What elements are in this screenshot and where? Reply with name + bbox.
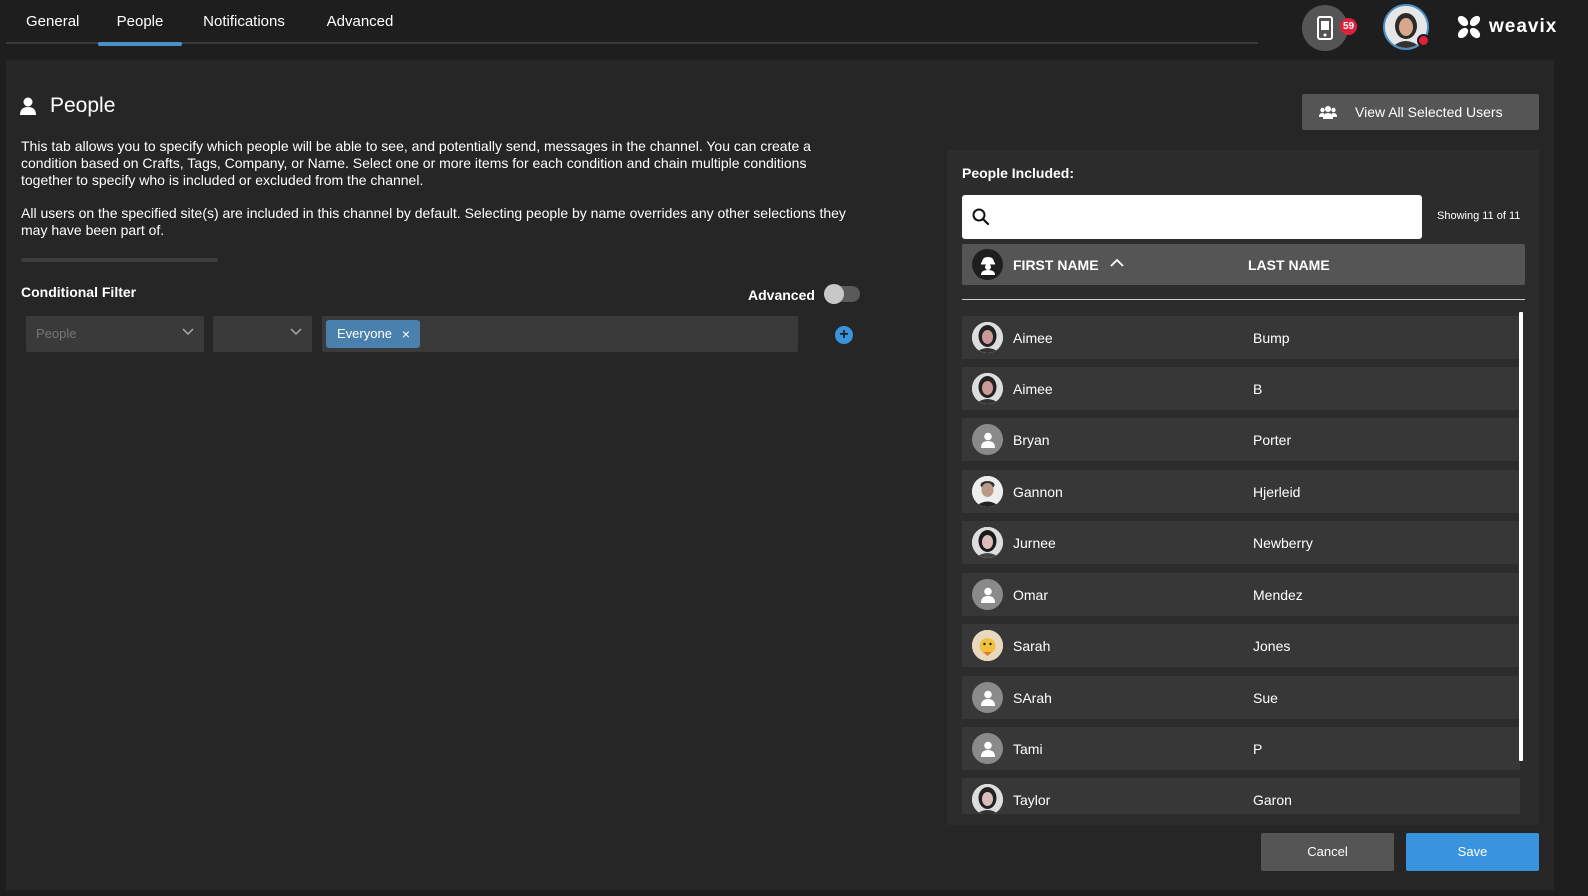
tab-people[interactable]: People xyxy=(98,0,182,46)
last-name: Newberry xyxy=(1253,535,1313,551)
view-all-selected-users-button[interactable]: View All Selected Users xyxy=(1302,94,1539,130)
cancel-button[interactable]: Cancel xyxy=(1261,833,1394,871)
notification-badge: 59 xyxy=(1340,18,1357,35)
logo-text: weavix xyxy=(1489,16,1558,37)
person-placeholder-icon xyxy=(972,579,1003,610)
table-row[interactable]: Gannon Hjerleid xyxy=(962,470,1520,513)
last-name: Garon xyxy=(1253,792,1292,808)
first-name: Aimee xyxy=(1013,330,1053,346)
table-row[interactable]: Omar Mendez xyxy=(962,573,1520,616)
first-name: Omar xyxy=(1013,587,1048,603)
table-row[interactable]: Bryan Porter xyxy=(962,418,1520,461)
table-row[interactable]: SArah Sue xyxy=(962,676,1520,719)
first-name: Jurnee xyxy=(1013,535,1056,551)
save-button[interactable]: Save xyxy=(1406,833,1539,871)
top-bar: General People Notifications Advanced 59 xyxy=(0,0,1588,58)
tab-general[interactable]: General xyxy=(26,0,79,44)
person-placeholder-icon xyxy=(972,733,1003,764)
header-divider xyxy=(962,299,1525,300)
first-name: Taylor xyxy=(1013,792,1051,808)
last-name: Jones xyxy=(1253,638,1291,654)
tab-bar: General People Notifications Advanced xyxy=(6,0,1258,46)
tab-notifications[interactable]: Notifications xyxy=(201,0,287,44)
sort-ascending-icon[interactable] xyxy=(1110,258,1124,267)
chip-remove-icon[interactable]: × xyxy=(402,320,410,348)
last-name: Porter xyxy=(1253,432,1292,448)
person-photo-icon xyxy=(972,476,1003,507)
weavix-logo: weavix xyxy=(1455,13,1557,41)
table-row[interactable]: Tami P xyxy=(962,727,1520,770)
tab-advanced[interactable]: Advanced xyxy=(326,0,394,44)
filter-operator-select[interactable] xyxy=(213,316,312,352)
column-header-first-name[interactable]: FIRST NAME xyxy=(1013,257,1099,273)
worker-helmet-icon xyxy=(972,249,1003,280)
last-name: Hjerleid xyxy=(1253,484,1301,500)
description-1: This tab allows you to specify which peo… xyxy=(21,138,811,188)
people-included-label: People Included: xyxy=(962,165,1075,181)
users-group-icon xyxy=(1319,106,1337,119)
first-name: Aimee xyxy=(1013,381,1053,397)
person-icon xyxy=(20,97,36,115)
table-row[interactable]: Aimee Bump xyxy=(962,316,1520,359)
person-placeholder-icon xyxy=(972,682,1003,713)
table-header: FIRST NAME LAST NAME xyxy=(962,244,1525,285)
search-icon xyxy=(972,208,990,226)
search-input[interactable] xyxy=(998,195,1414,239)
showing-count: Showing 11 of 11 xyxy=(1437,210,1521,222)
table-row[interactable]: Jurnee Newberry xyxy=(962,521,1520,564)
first-name: Tami xyxy=(1013,741,1043,757)
people-list: Aimee Bump Aimee B Bryan Porter Gannon H… xyxy=(962,316,1520,814)
status-dot xyxy=(1417,34,1430,47)
person-photo-icon xyxy=(972,373,1003,404)
column-header-last-name[interactable]: LAST NAME xyxy=(1248,257,1330,273)
person-photo-icon xyxy=(972,630,1003,661)
toggle-knob xyxy=(824,284,844,304)
section-divider xyxy=(21,258,218,262)
first-name: Bryan xyxy=(1013,432,1050,448)
person-photo-icon xyxy=(972,527,1003,558)
mobile-device-icon xyxy=(1317,16,1333,40)
page-title: People xyxy=(20,94,115,118)
filter-values-input[interactable]: Everyone × xyxy=(322,316,798,352)
person-photo-icon xyxy=(972,784,1003,814)
chevron-down-icon xyxy=(182,328,194,336)
description-2: All users on the specified site(s) are i… xyxy=(21,205,846,238)
advanced-toggle[interactable] xyxy=(824,284,860,304)
last-name: Mendez xyxy=(1253,587,1303,603)
people-search xyxy=(962,195,1422,239)
filter-type-value: People xyxy=(36,326,77,341)
last-name: Bump xyxy=(1253,330,1290,346)
chevron-down-icon xyxy=(290,328,302,336)
add-condition-button[interactable]: + xyxy=(835,326,853,344)
advanced-label: Advanced xyxy=(748,287,815,303)
table-row[interactable]: Taylor Garon xyxy=(962,778,1520,814)
filter-chip-everyone: Everyone × xyxy=(326,320,421,348)
first-name: Sarah xyxy=(1013,638,1051,654)
filter-type-select[interactable]: People xyxy=(26,316,204,352)
chip-label: Everyone xyxy=(337,326,392,341)
last-name: B xyxy=(1253,381,1263,397)
person-placeholder-icon xyxy=(972,424,1003,455)
last-name: P xyxy=(1253,741,1263,757)
table-row[interactable]: Aimee B xyxy=(962,367,1520,410)
first-name: Gannon xyxy=(1013,484,1063,500)
person-photo-icon xyxy=(972,322,1003,353)
weavix-logo-icon xyxy=(1457,15,1481,39)
conditional-filter-label: Conditional Filter xyxy=(21,284,137,300)
page-title-text: People xyxy=(50,94,116,117)
view-all-label: View All Selected Users xyxy=(1355,104,1503,120)
table-row[interactable]: Sarah Jones xyxy=(962,624,1520,667)
first-name: SArah xyxy=(1013,690,1052,706)
list-scrollbar[interactable] xyxy=(1519,312,1523,761)
last-name: Sue xyxy=(1253,690,1278,706)
